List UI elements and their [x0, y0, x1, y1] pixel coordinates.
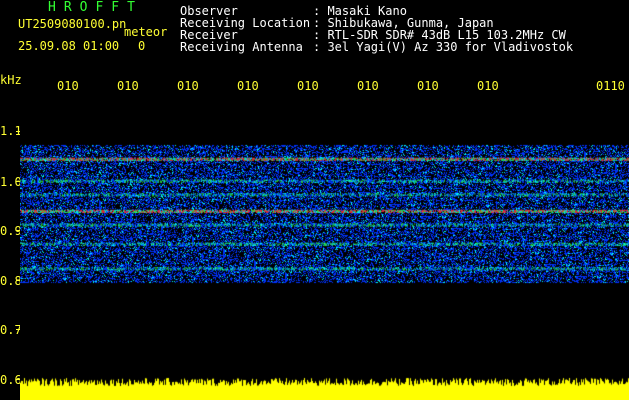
- x-tick-label: 010: [117, 79, 139, 93]
- file-name: UT2509080100.pn: [18, 17, 127, 31]
- x-tick-label: 010: [297, 79, 319, 93]
- x-tick-label: 010: [417, 79, 439, 93]
- y-tick-label: 0.9: [0, 224, 22, 238]
- mode-label: meteor: [124, 25, 168, 39]
- x-tick-label: 010: [237, 79, 259, 93]
- x-tick-label: 010: [477, 79, 499, 93]
- app-brand: HROFFT: [48, 0, 143, 15]
- antenna-value: : 3el Yagi(V) Az 330 for Vladivostok: [313, 40, 574, 54]
- spectrogram-canvas: [20, 93, 629, 400]
- x-tick-label: 010: [57, 79, 79, 93]
- y-tick-label: 0.6: [0, 373, 22, 387]
- x-tick-label: 010: [177, 79, 199, 93]
- hrofft-window: HROFFT UT2509080100.pn meteor 25.09.08 0…: [0, 0, 629, 400]
- y-axis-unit: kHz: [0, 73, 22, 87]
- antenna-label: Receiving Antenna: [180, 40, 303, 54]
- x-tick-label: 0110: [596, 79, 625, 93]
- y-tick-label: 0.7: [0, 323, 22, 337]
- y-tick-label: 0.8: [0, 274, 22, 288]
- capture-datetime: 25.09.08 01:00: [18, 39, 120, 53]
- count-label: 0: [138, 39, 146, 53]
- x-tick-label: 010: [357, 79, 379, 93]
- y-tick-label: 1.0: [0, 175, 22, 189]
